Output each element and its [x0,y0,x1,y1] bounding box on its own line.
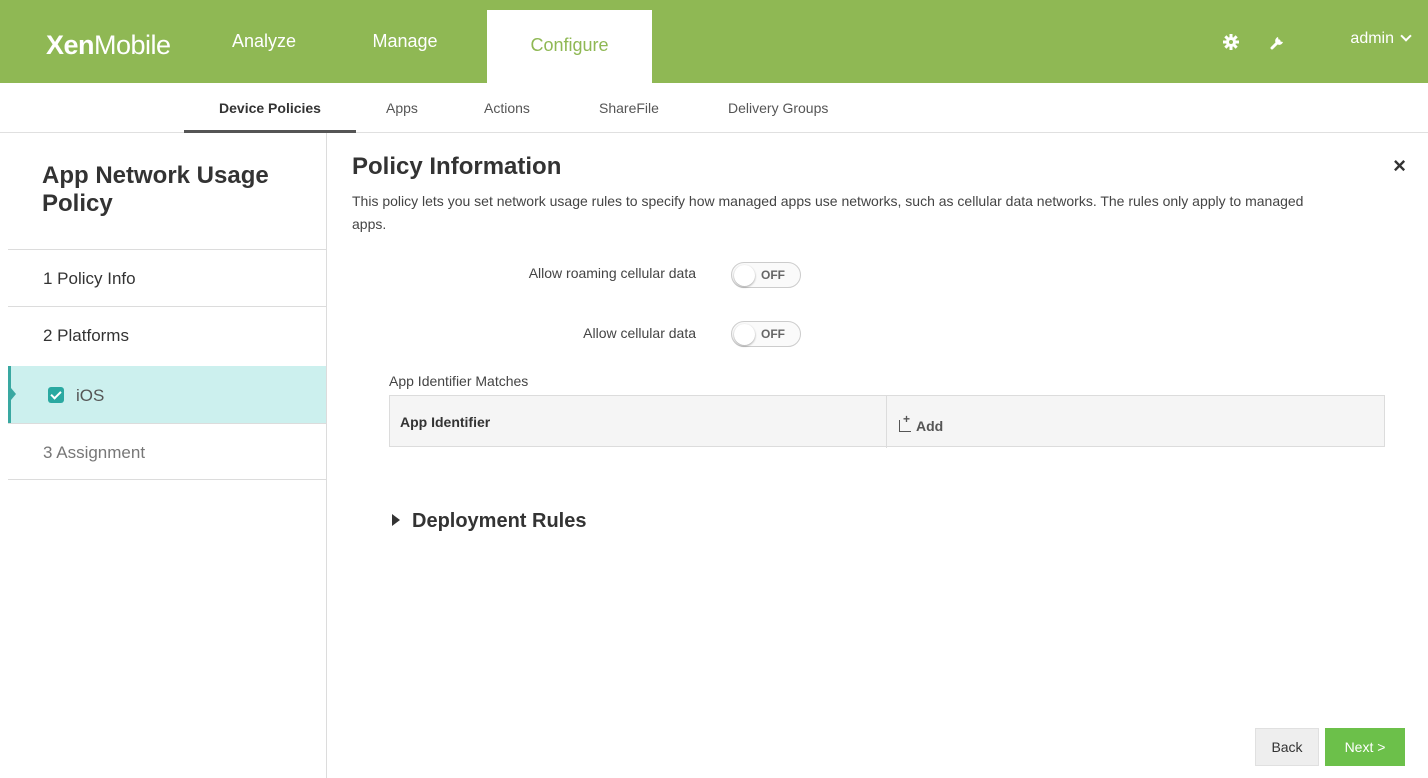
user-name: admin [1350,30,1394,47]
next-button[interactable]: Next > [1325,728,1405,766]
roaming-data-label: Allow roaming cellular data [528,265,696,281]
subnav-apps[interactable]: Apps [386,83,418,133]
sidebar-item-assignment[interactable]: 3 Assignment [8,423,326,480]
toggle-state: OFF [761,327,785,341]
toggle-knob [734,324,755,345]
app-identifier-matches-label: App Identifier Matches [389,373,529,389]
back-button[interactable]: Back [1255,728,1319,766]
subnav-delivery-groups[interactable]: Delivery Groups [728,83,828,133]
cellular-data-toggle[interactable]: OFF [731,321,801,347]
roaming-data-toggle[interactable]: OFF [731,262,801,288]
tab-configure[interactable]: Configure [487,10,652,83]
policy-description: This policy lets you set network usage r… [352,193,1304,232]
sidebar-item-platforms[interactable]: 2 Platforms [8,306,326,363]
add-button[interactable]: Add [899,412,944,434]
close-icon[interactable]: × [1393,153,1406,179]
ios-checkbox[interactable] [48,386,64,403]
page-title: Policy Information [352,153,562,180]
add-label: Add [916,418,944,434]
toggle-state: OFF [761,268,785,282]
subnav-sharefile[interactable]: ShareFile [599,83,659,133]
chevron-down-icon [1400,30,1412,42]
top-navigation-bar: XenMobile Analyze Manage Configure admin [0,0,1428,83]
toggle-knob [734,265,755,286]
subnav-device-policies[interactable]: Device Policies [184,83,356,133]
app-identifier-table: App Identifier Add [389,395,1385,448]
gear-icon[interactable] [1222,33,1240,51]
user-menu[interactable]: admin [1350,30,1412,48]
caret-right-icon [392,514,400,526]
cellular-data-label: Allow cellular data [583,325,696,341]
subnav-actions[interactable]: Actions [484,83,530,133]
sub-navigation: Device Policies Apps Actions ShareFile D… [0,83,1428,133]
policy-title: App Network Usage Policy [42,162,269,217]
tab-analyze[interactable]: Analyze [208,0,320,83]
column-divider [886,396,887,448]
sidebar-item-policy-info[interactable]: 1 Policy Info [8,249,326,306]
selection-arrow-icon [11,388,16,400]
brand-logo[interactable]: XenMobile [46,30,171,61]
add-icon [899,412,911,432]
wizard-sidebar: App Network Usage Policy 1 Policy Info 2… [0,133,327,778]
sidebar-item-ios[interactable]: iOS [8,366,326,423]
deployment-rules-toggle[interactable]: Deployment Rules [392,510,586,533]
ios-label: iOS [76,386,105,405]
wrench-icon[interactable] [1269,33,1287,51]
tab-manage[interactable]: Manage [350,0,460,83]
app-identifier-header: App Identifier [400,414,491,430]
deployment-rules-label: Deployment Rules [412,510,587,532]
